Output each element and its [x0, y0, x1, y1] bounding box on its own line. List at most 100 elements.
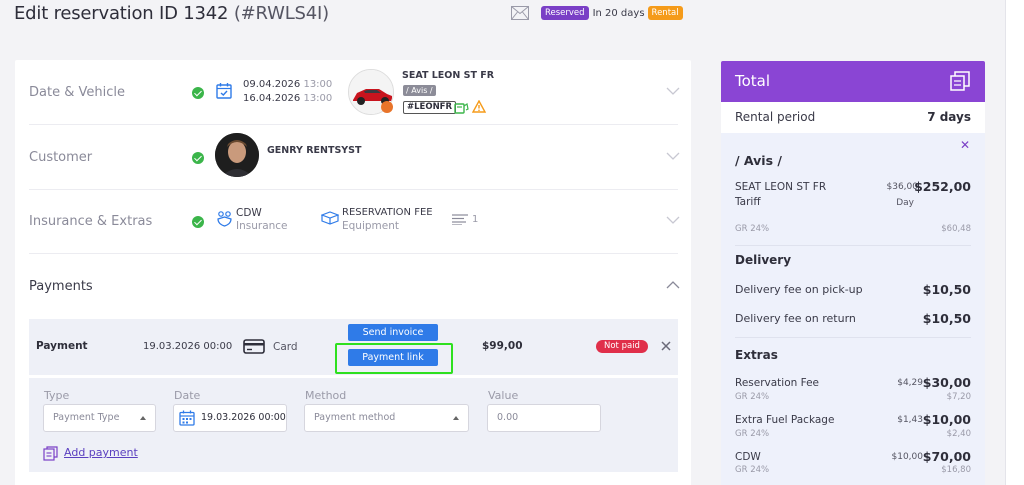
extra-item-tax: $2,40 [946, 429, 971, 439]
card-icon [243, 339, 265, 354]
check-icon [192, 87, 204, 99]
shield-people-icon [217, 211, 232, 227]
payment-type-placeholder: Payment Type [53, 412, 120, 423]
divider [735, 337, 971, 338]
add-payment-link[interactable]: Add payment [64, 446, 138, 459]
extra-item-tax: $16,80 [941, 465, 971, 475]
list-count: 1 [472, 214, 479, 225]
title-text: Edit reservation ID 1342 [14, 3, 229, 24]
send-invoice-button[interactable]: Send invoice [348, 324, 438, 341]
extra-item-amount: $70,00 [922, 449, 971, 464]
total-title: Total [735, 72, 771, 90]
payment-date: 19.03.2026 00:00 [143, 341, 233, 352]
box-icon [321, 211, 339, 225]
end-datetime: 16.04.2026 13:00 [243, 93, 332, 104]
insurance-sub: Insurance [236, 220, 288, 232]
chevron-down-icon[interactable] [666, 152, 680, 161]
extra-item-unit: $4,29 [897, 378, 923, 388]
payment-status-badge: Not paid [596, 340, 648, 353]
start-date: 09.04.2026 [243, 79, 301, 90]
extra-item-tax: $7,20 [946, 392, 971, 402]
payment-value-input[interactable]: 0.00 [487, 404, 601, 432]
insurance-extras-label: Insurance & Extras [29, 214, 153, 229]
customer-name: GENRY RENTSYST [267, 145, 362, 156]
extra-item-unit: $1,43 [897, 415, 923, 425]
vehicle-amount: $252,00 [914, 179, 971, 194]
divider [735, 245, 971, 246]
header-meta: Reserved In 20 days Rental [511, 6, 683, 20]
vehicle-line1: SEAT LEON ST FR [735, 181, 827, 193]
insurance-extras-row[interactable]: Insurance & Extras CDW Insurance RESERVA… [29, 190, 680, 254]
check-icon [192, 216, 204, 228]
page-title: Edit reservation ID 1342 (#RWLS4I) [14, 3, 329, 24]
start-datetime: 09.04.2026 13:00 [243, 79, 332, 90]
type-badge: Rental [647, 6, 683, 20]
date-vehicle-row[interactable]: Date & Vehicle 09.04.2026 13:00 16.04.20… [29, 60, 680, 125]
extra-sub: Equipment [342, 220, 399, 232]
end-time: 13:00 [303, 93, 333, 104]
chevron-down-icon[interactable] [666, 87, 680, 96]
extra-item-label: CDW [735, 451, 761, 463]
list-icon [452, 214, 468, 225]
extra-item-tax-label: GR 24% [735, 465, 770, 475]
extra-name: RESERVATION FEE [342, 207, 433, 218]
fuel-icon [454, 103, 469, 114]
payment-method-placeholder: Payment method [314, 412, 396, 423]
total-header: Total [721, 61, 985, 102]
total-panel: Total Rental period 7 days / Avis / ✕ SE… [721, 61, 985, 485]
vehicle-unit-label: Day [896, 198, 914, 208]
start-time: 13:00 [303, 79, 333, 90]
caret-up-icon [453, 416, 459, 420]
value-label: Value [488, 389, 519, 402]
payment-method: Card [273, 341, 298, 353]
end-date: 16.04.2026 [243, 93, 301, 104]
extra-item-label: Extra Fuel Package [735, 414, 835, 426]
extra-item-amount: $10,00 [922, 412, 971, 427]
vehicle-tax-label: GR 24% [735, 224, 770, 234]
payment-label: Payment [36, 340, 88, 352]
payment-value-placeholder: 0.00 [497, 412, 519, 423]
customer-row[interactable]: Customer GENRY RENTSYST [29, 125, 680, 190]
copy-icon[interactable] [950, 71, 970, 91]
close-icon[interactable] [661, 341, 671, 351]
add-payment-icon[interactable] [43, 446, 58, 461]
customer-avatar [215, 133, 259, 177]
extras-title: Extras [735, 348, 778, 362]
chevron-up-icon[interactable] [666, 280, 680, 289]
calendar-icon [179, 410, 195, 426]
payment-type-select[interactable]: Payment Type [43, 404, 156, 432]
vehicle-name: SEAT LEON ST FR [402, 70, 495, 81]
warning-icon [472, 100, 486, 113]
close-icon[interactable]: ✕ [960, 138, 970, 152]
payment-date-input[interactable]: 19.03.2026 00:00 [173, 404, 287, 432]
vehicle-unit-price: $36,00 [886, 182, 919, 192]
days-until: In 20 days [592, 7, 645, 19]
date-vehicle-label: Date & Vehicle [29, 85, 125, 100]
right-scroll-strip [1005, 0, 1024, 485]
payment-method-select[interactable]: Payment method [304, 404, 469, 432]
date-label: Date [174, 389, 201, 402]
payment-amount: $99,00 [482, 340, 523, 352]
status-badge: Reserved [541, 6, 589, 20]
payment-date-value: 19.03.2026 00:00 [201, 412, 286, 423]
chevron-down-icon[interactable] [666, 216, 680, 225]
highlight-box [335, 343, 453, 374]
vehicle-tax: $60,48 [941, 224, 971, 234]
rental-period-label: Rental period [735, 110, 816, 124]
extra-item-amount: $30,00 [922, 375, 971, 390]
calendar-check-icon [216, 83, 232, 99]
vehicle-line2: Tariff [735, 196, 761, 208]
extra-item-unit: $10,00 [891, 452, 924, 462]
caret-up-icon [140, 416, 146, 420]
method-label: Method [305, 389, 347, 402]
customer-label: Customer [29, 150, 93, 165]
rental-period-row: Rental period 7 days [721, 102, 985, 133]
mail-icon[interactable] [511, 6, 529, 20]
delivery-item-label: Delivery fee on return [735, 312, 856, 325]
check-icon [192, 152, 204, 164]
extra-item-tax-label: GR 24% [735, 429, 770, 439]
type-label: Type [44, 389, 70, 402]
payments-label: Payments [29, 279, 93, 294]
delivery-item-amount: $10,50 [922, 311, 971, 326]
vehicle-status-dot [381, 101, 393, 113]
